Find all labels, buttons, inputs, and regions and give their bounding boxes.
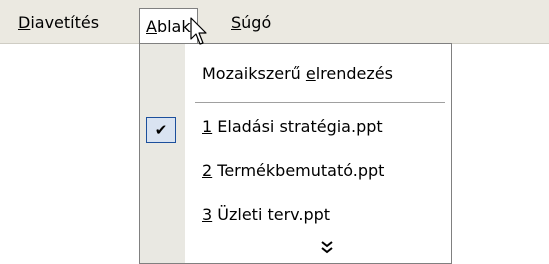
menu-bar: Diavetítés Ablak Súgó	[0, 0, 549, 44]
menu-item-window-1[interactable]: ✔ 1 Eladási stratégia.ppt	[140, 109, 451, 149]
menu-ablak-mnemonic: A	[146, 17, 157, 36]
chevron-double-down-icon[interactable]	[202, 240, 451, 258]
menu-sugo-mnemonic: S	[231, 13, 242, 32]
mouse-pointer-icon	[190, 17, 210, 51]
menu-diavetites-label: iavetítés	[30, 13, 100, 32]
menu-ablak[interactable]: Ablak	[139, 8, 198, 44]
menu-diavetites[interactable]: Diavetítés	[12, 10, 105, 36]
menu-item-window-3[interactable]: 3 Üzleti terv.ppt	[140, 197, 451, 237]
menu-sugo-label: úgó	[241, 13, 272, 32]
menu-diavetites-mnemonic: D	[18, 13, 31, 32]
menu-item-label: 1 Eladási stratégia.ppt	[202, 117, 383, 136]
checkmark-icon: ✔	[146, 117, 176, 143]
menu-item-tile-arrangement[interactable]: Mozaikszerű elrendezés	[140, 56, 451, 96]
menu-item-window-2[interactable]: 2 Termékbemutató.ppt	[140, 153, 451, 193]
menu-item-label: 3 Üzleti terv.ppt	[202, 205, 331, 224]
menu-item-label: Mozaikszerű elrendezés	[202, 64, 393, 83]
menu-sugo[interactable]: Súgó	[225, 10, 277, 36]
menu-separator	[195, 102, 445, 103]
menu-ablak-label: blak	[156, 17, 191, 36]
menu-item-label: 2 Termékbemutató.ppt	[202, 161, 385, 180]
ablak-dropdown-menu: Mozaikszerű elrendezés ✔ 1 Eladási strat…	[139, 43, 452, 264]
